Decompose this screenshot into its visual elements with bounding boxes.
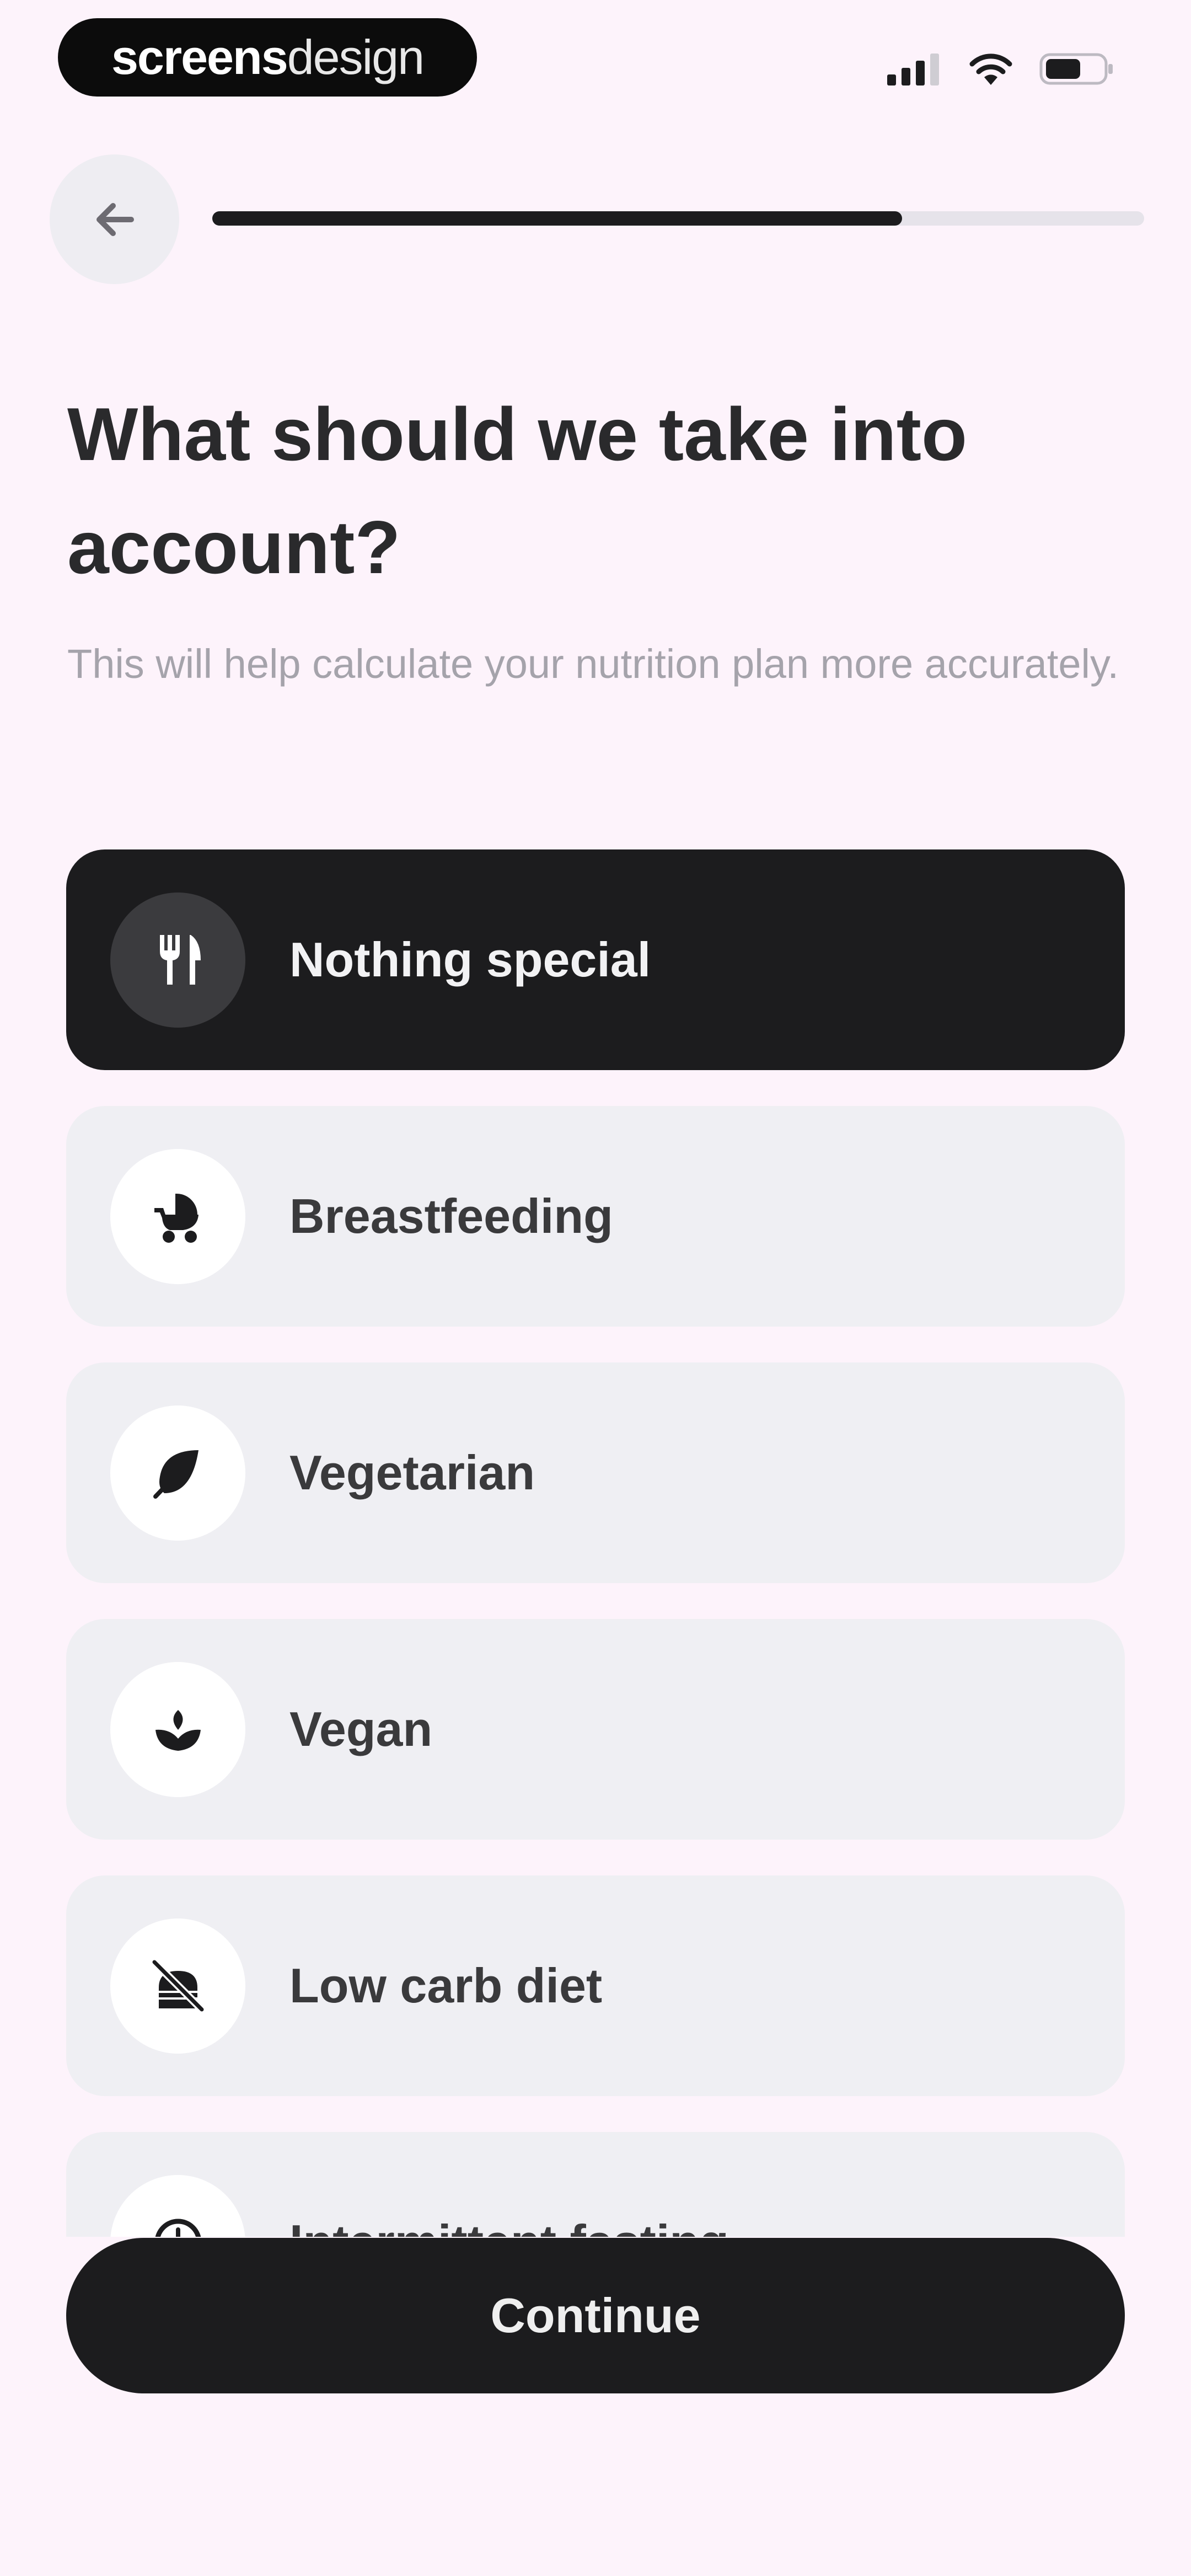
option-icon-container bbox=[110, 892, 245, 1028]
cellular-signal-icon bbox=[887, 54, 939, 85]
option-intermittent-fasting[interactable]: Intermittent fasting bbox=[66, 2132, 1125, 2237]
brand-logo-light: design bbox=[287, 30, 425, 84]
option-label: Low carb diet bbox=[289, 1958, 603, 2013]
option-label: Vegetarian bbox=[289, 1445, 535, 1500]
page-title: What should we take into account? bbox=[67, 392, 968, 589]
no-bread-icon bbox=[150, 1958, 206, 2013]
battery-icon bbox=[1039, 53, 1113, 85]
option-icon-container bbox=[110, 2174, 245, 2237]
option-low-carb-diet[interactable]: Low carb diet bbox=[66, 1875, 1125, 2096]
fork-knife-icon bbox=[159, 935, 201, 985]
back-button[interactable] bbox=[50, 154, 179, 284]
option-label: Breastfeeding bbox=[289, 1189, 613, 1243]
wifi-icon bbox=[969, 54, 1012, 85]
stroller-icon bbox=[154, 1193, 198, 1243]
option-label: Vegan bbox=[289, 1702, 433, 1756]
status-bar: screens design bbox=[0, 0, 1191, 127]
sprout-icon bbox=[155, 1710, 201, 1751]
option-icon-container bbox=[110, 1148, 245, 1284]
option-icon-container bbox=[110, 1405, 245, 1541]
status-icons bbox=[887, 50, 1114, 88]
page-subtitle: This will help calculate your nutrition … bbox=[67, 641, 1119, 687]
continue-button[interactable]: Continue bbox=[66, 2238, 1125, 2393]
option-icon-container bbox=[110, 1661, 245, 1797]
option-nothing-special[interactable]: Nothing special bbox=[66, 849, 1125, 1070]
option-breastfeeding[interactable]: Breastfeeding bbox=[66, 1106, 1125, 1327]
option-icon-container bbox=[110, 1918, 245, 2054]
progress-bar-fill bbox=[212, 211, 902, 226]
brand-logo: screens design bbox=[58, 18, 477, 97]
progress-bar bbox=[212, 211, 1144, 226]
option-vegan[interactable]: Vegan bbox=[66, 1619, 1125, 1840]
screen: screens design What should we take into … bbox=[0, 0, 1191, 2576]
arrow-left-icon bbox=[96, 202, 134, 236]
brand-logo-bold: screens bbox=[111, 30, 288, 84]
clock-icon bbox=[155, 2219, 201, 2237]
option-vegetarian[interactable]: Vegetarian bbox=[66, 1362, 1125, 1583]
leaf-icon bbox=[153, 1450, 198, 1499]
option-label: Intermittent fasting bbox=[289, 2214, 729, 2237]
options-list: Nothing special Breastfeeding Vegetarian… bbox=[66, 849, 1125, 2237]
option-label: Nothing special bbox=[289, 932, 651, 987]
